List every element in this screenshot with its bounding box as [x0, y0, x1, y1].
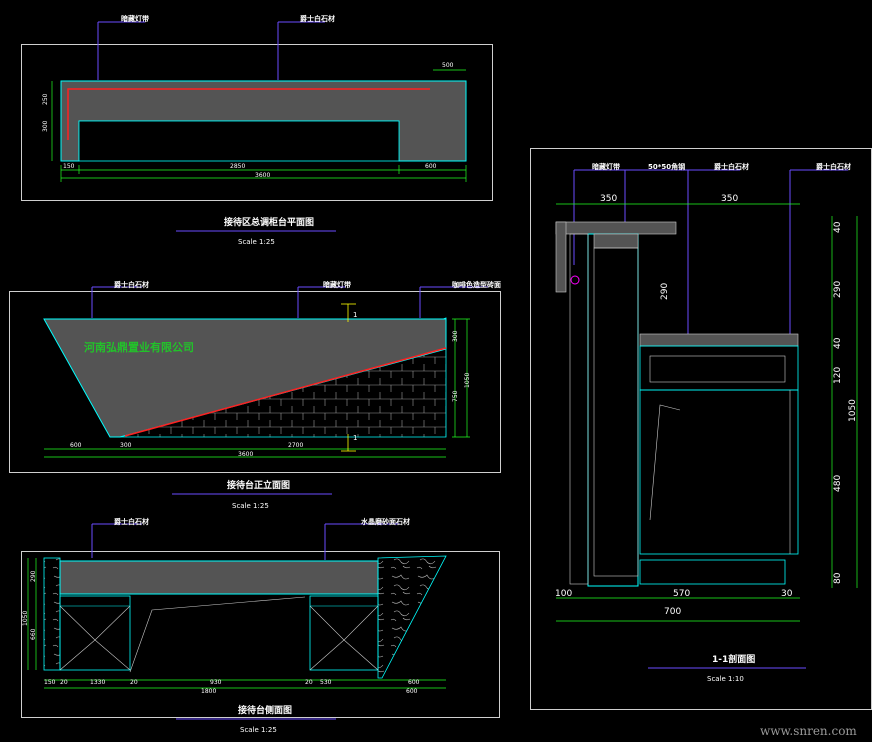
side-dim-v2: 1050	[22, 610, 29, 626]
section-scale: Scale 1:10	[707, 675, 744, 683]
section-dim-r2: 40	[833, 337, 843, 349]
side-dim-b1: 20	[60, 679, 68, 686]
cad-geometry	[27, 21, 858, 720]
plan-scale: Scale 1:25	[238, 238, 275, 246]
front-title: 接待台正立面图	[227, 481, 291, 491]
section-label-light: 暗藏灯带	[592, 163, 620, 171]
side-dim-b2: 1330	[90, 679, 106, 686]
section-dim-1050: 1050	[848, 399, 858, 422]
plan-dim-b2: 2850	[230, 163, 246, 170]
plan-label-hidden-light: 暗藏灯带	[121, 15, 149, 23]
section-dim-b0: 100	[555, 589, 573, 599]
section-dim-b1: 570	[673, 589, 691, 599]
section-dim-r0: 40	[833, 221, 843, 233]
plan-dim-v1: 300	[42, 120, 49, 132]
side-elevation	[27, 523, 447, 720]
front-scale: Scale 1:25	[232, 502, 269, 510]
front-dim-b2: 300	[120, 442, 132, 449]
section-title: 1-1剖面图	[712, 655, 756, 665]
side-dim-b0: 150	[44, 679, 56, 686]
section-dim-r1: 290	[833, 280, 843, 298]
cad-drawing-canvas: 暗藏灯带 爵士白石材 500 300 250 150 2850 600 3600…	[0, 0, 872, 742]
section-dim-r3: 120	[833, 366, 843, 384]
plan-view	[51, 21, 467, 232]
front-dim-b3: 2700	[288, 442, 304, 449]
section-dim-total: 700	[664, 607, 682, 617]
section-marker-bottom: 1	[353, 434, 358, 442]
front-label-hidden-light: 暗藏灯带	[323, 281, 351, 289]
plan-title: 接待区总调柜台平面图	[224, 218, 315, 228]
plan-dim-b1: 150	[63, 163, 75, 170]
side-dim-v3: 660	[30, 628, 37, 640]
section-dim-r5: 80	[833, 572, 843, 584]
side-counter-top	[59, 560, 379, 595]
front-dim-r1: 300	[452, 330, 459, 342]
section-dim-top-left: 350	[600, 194, 618, 204]
section-dim-290: 290	[660, 282, 670, 300]
front-dim-b1: 600	[70, 442, 82, 449]
side-dim-b4: 930	[210, 679, 222, 686]
front-label-brick: 咖啡色造型砖面	[452, 281, 501, 289]
front-dim-total: 3600	[238, 451, 254, 458]
side-label-marble: 爵士白石材	[114, 518, 149, 526]
watermark: www.snren.com	[760, 724, 857, 738]
section-dim-top-right: 350	[721, 194, 739, 204]
plan-dim-b3: 600	[425, 163, 437, 170]
company-name: 河南弘鼎置业有限公司	[84, 341, 194, 354]
front-dim-r3: 1050	[464, 372, 471, 388]
section-marker-top: 1	[353, 311, 358, 319]
section-label-marble-1: 爵士白石材	[714, 163, 749, 171]
side-dim-b6: 530	[320, 679, 332, 686]
plan-dim-total: 3600	[255, 172, 271, 179]
side-scale: Scale 1:25	[240, 726, 277, 734]
section-label-marble-2: 爵士白石材	[816, 163, 851, 171]
fixing-bolt-icon	[570, 275, 580, 285]
section-dim-b2: 30	[781, 589, 793, 599]
front-elevation	[43, 286, 488, 495]
plan-dim-top: 500	[442, 62, 454, 69]
section-1-1	[555, 169, 858, 669]
front-dim-r2: 750	[452, 390, 459, 402]
section-dim-r4: 480	[833, 474, 843, 492]
side-dim-total: 1800	[201, 688, 217, 695]
side-dim-b5: 20	[305, 679, 313, 686]
side-label-crystal: 水晶磨砂面石材	[361, 518, 410, 526]
front-label-marble: 爵士白石材	[114, 281, 149, 289]
plan-dim-v2: 250	[42, 93, 49, 105]
side-dim-total2: 600	[406, 688, 418, 695]
side-dim-b3: 20	[130, 679, 138, 686]
section-label-steel: 50*50角钢	[648, 163, 686, 171]
side-dim-v1: 290	[30, 570, 37, 582]
marble-side-panel	[377, 555, 447, 679]
plan-label-marble: 爵士白石材	[300, 15, 335, 23]
side-dim-b7: 600	[408, 679, 420, 686]
side-title: 接待台侧面图	[238, 706, 293, 716]
